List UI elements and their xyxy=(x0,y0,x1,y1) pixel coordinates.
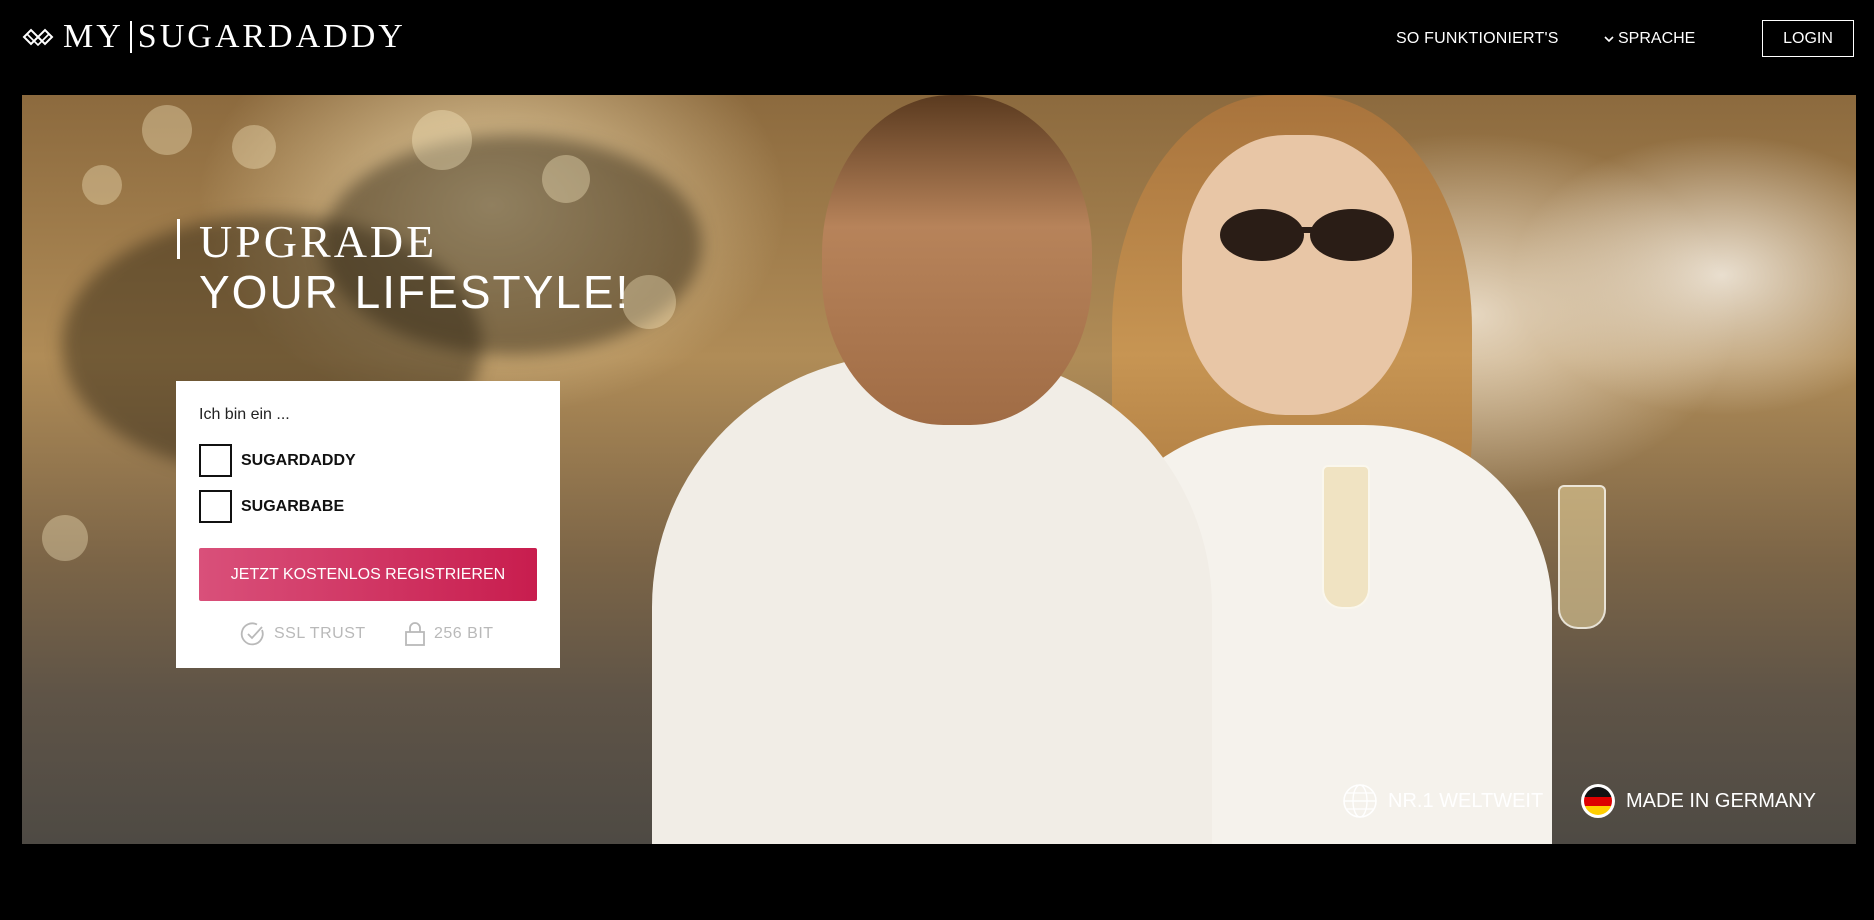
logo[interactable]: MY SUGARDADDY xyxy=(21,18,406,56)
worldwide-label: NR.1 WELTWEIT xyxy=(1388,789,1544,812)
woman-face xyxy=(1182,135,1412,415)
site-header: MY SUGARDADDY SO FUNKTIONIERT'S SPRACHE … xyxy=(0,0,1874,95)
bokeh-light xyxy=(82,165,122,205)
bokeh-light xyxy=(412,110,472,170)
logo-text-sugardaddy: SUGARDADDY xyxy=(137,18,406,55)
option-sugarbabe[interactable]: SUGARBABE xyxy=(199,490,344,523)
man-head xyxy=(822,95,1092,425)
encryption-badge: 256 BIT xyxy=(404,621,494,647)
made-in-germany-label: MADE IN GERMANY xyxy=(1626,789,1817,812)
sunglasses xyxy=(1220,209,1394,261)
champagne-glass xyxy=(1558,485,1606,629)
nav-language-label: SPRACHE xyxy=(1618,30,1696,47)
worldwide-badge: NR.1 WELTWEIT xyxy=(1342,783,1543,819)
register-button[interactable]: JETZT KOSTENLOS REGISTRIEREN xyxy=(199,548,537,601)
bokeh-light xyxy=(142,105,192,155)
checkmark-circle-icon xyxy=(240,622,264,646)
man-shirt xyxy=(652,355,1212,844)
headline-accent-bar xyxy=(177,219,180,259)
champagne-glass xyxy=(1322,465,1370,609)
bokeh-light xyxy=(232,125,276,169)
logo-divider xyxy=(129,21,132,53)
ssl-trust-badge: SSL TRUST xyxy=(240,621,366,647)
nav-language-dropdown[interactable]: SPRACHE xyxy=(1603,30,1695,48)
logo-text-my: MY xyxy=(63,18,124,55)
registration-form: Ich bin ein ... SUGARDADDY SUGARBABE JET… xyxy=(176,381,560,668)
lock-icon xyxy=(405,622,425,646)
checkbox-sugarbabe[interactable] xyxy=(199,490,232,523)
checkbox-sugardaddy[interactable] xyxy=(199,444,232,477)
option-sugardaddy[interactable]: SUGARDADDY xyxy=(199,444,356,477)
ssl-trust-label: SSL TRUST xyxy=(274,625,366,642)
logo-mark-icon xyxy=(22,28,54,47)
form-prompt: Ich bin ein ... xyxy=(199,406,290,423)
encryption-label: 256 BIT xyxy=(434,625,494,642)
globe-icon xyxy=(1343,784,1377,818)
headline-line-1: UPGRADE xyxy=(199,216,438,267)
headline-line-2: YOUR LIFESTYLE! xyxy=(199,266,631,318)
option-label: SUGARDADDY xyxy=(241,451,356,469)
bokeh-light xyxy=(42,515,88,561)
hero-image: UPGRADE YOUR LIFESTYLE! Ich bin ein ... … xyxy=(22,95,1856,844)
option-label: SUGARBABE xyxy=(241,497,345,515)
made-in-germany-badge: MADE IN GERMANY xyxy=(1580,783,1816,819)
logo-wordmark: MY SUGARDADDY xyxy=(63,18,406,56)
nav-how-it-works[interactable]: SO FUNKTIONIERT'S xyxy=(1396,30,1559,48)
login-button[interactable]: LOGIN xyxy=(1762,20,1854,57)
bokeh-light xyxy=(542,155,590,203)
german-flag-icon xyxy=(1581,784,1615,818)
chevron-down-icon xyxy=(1604,36,1614,43)
